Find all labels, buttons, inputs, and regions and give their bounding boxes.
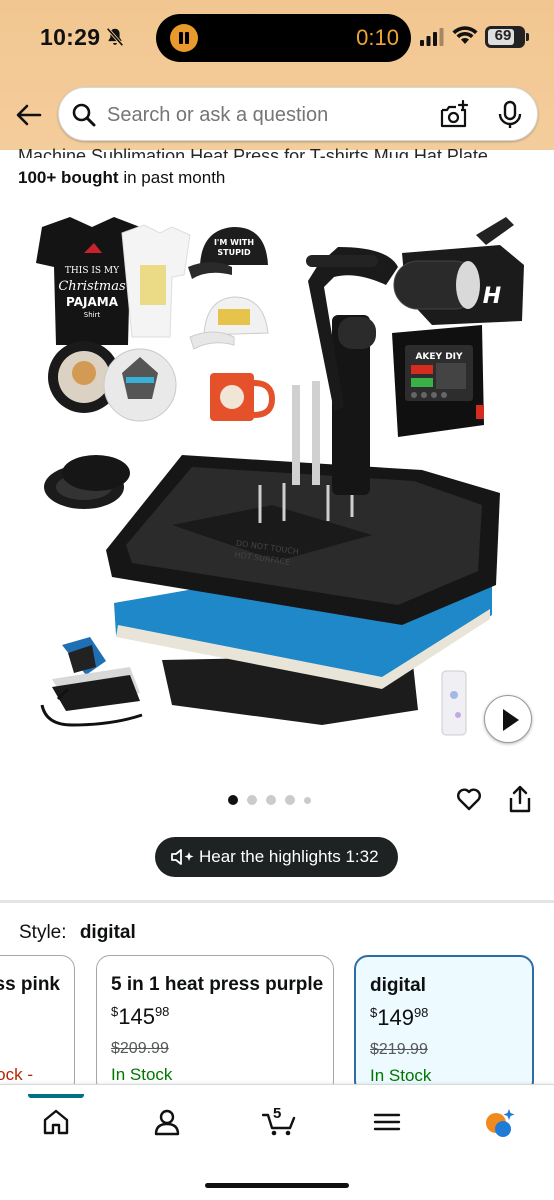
island-timer: 0:10	[356, 25, 399, 50]
style-option-stock: In Stock	[111, 1065, 173, 1084]
nav-home[interactable]	[26, 1094, 86, 1149]
mug-image	[210, 373, 276, 421]
highlights-label: Hear the highlights 1:32	[199, 847, 379, 866]
carousel-dot[interactable]	[285, 795, 295, 805]
style-option-stock: In Stock	[370, 1066, 432, 1085]
account-icon	[154, 1109, 180, 1136]
bought-suffix: in past month	[118, 168, 226, 187]
tshirt-print-text: THIS IS MY	[65, 266, 120, 276]
dynamic-island[interactable]: 0:10	[156, 14, 411, 62]
speaker-sparkle-icon	[171, 849, 194, 865]
active-tab-indicator	[28, 1094, 84, 1098]
style-selector-heading: Style: digital	[19, 922, 136, 944]
heart-icon[interactable]	[455, 785, 483, 813]
nav-cart[interactable]: 5	[247, 1095, 307, 1149]
carousel-dot[interactable]	[228, 795, 238, 805]
product-title-partial[interactable]: Machine Sublimation Heat Press for T-shi…	[18, 140, 538, 158]
style-option-name: 5 in 1 heat press purple	[111, 974, 324, 995]
bell-muted-icon	[106, 27, 124, 47]
mic-icon[interactable]	[497, 100, 523, 130]
plates-image	[48, 341, 177, 422]
brand-label-text: AKEY DIY	[415, 352, 463, 362]
style-option-card[interactable]: 5 in 1 heat press purple $14598 $209.99 …	[96, 955, 334, 1095]
status-time: 10:29	[40, 24, 101, 50]
style-option-stock: ock -	[0, 1065, 33, 1084]
ai-assistant-icon	[486, 1109, 515, 1137]
signal-icon	[420, 28, 444, 46]
hear-highlights-button[interactable]: Hear the highlights 1:32	[155, 837, 398, 877]
play-video-button[interactable]	[484, 695, 532, 743]
style-option-price: $14998	[370, 1005, 429, 1030]
search-bar[interactable]	[58, 87, 538, 141]
svg-text:H: H	[483, 284, 501, 309]
battery-nub	[526, 33, 529, 41]
battery-percent: 69	[494, 27, 512, 44]
svg-text:Christmas: Christmas	[58, 279, 126, 294]
section-divider	[0, 900, 554, 903]
style-selected-value: digital	[79, 922, 136, 943]
svg-text:I'M WITH: I'M WITH	[214, 238, 254, 247]
style-option-name: digital	[370, 975, 426, 996]
carousel-dot[interactable]	[247, 795, 257, 805]
silicone-rings-image	[44, 455, 130, 509]
home-indicator	[205, 1183, 349, 1188]
product-page: 10:29 0:10 69 Search or ask a question M…	[0, 0, 554, 1200]
hat-press-attachment-image	[40, 637, 143, 727]
battery-icon: 69	[485, 26, 529, 48]
product-image[interactable]: THIS IS MY Christmas PAJAMA Shirt I'M WI…	[22, 205, 534, 750]
tumbler-image	[441, 670, 467, 736]
style-option-name: ss pink	[0, 974, 60, 995]
carousel-dot[interactable]	[304, 796, 311, 804]
style-option-price: $14598	[111, 1004, 170, 1029]
pause-indicator-icon	[170, 24, 198, 52]
cap-black-image: I'M WITH STUPID	[188, 227, 268, 279]
cart-icon	[262, 1113, 296, 1136]
style-label: Style:	[19, 922, 67, 943]
bought-count: 100+ bought	[18, 168, 119, 187]
style-option-card-selected[interactable]: digital $14998 $219.99 In Stock	[354, 955, 534, 1095]
status-bar: 10:29 0:10 69	[0, 0, 554, 78]
svg-text:PAJAMA: PAJAMA	[66, 295, 119, 309]
carousel-dot[interactable]	[266, 795, 276, 805]
image-carousel-dots[interactable]	[228, 794, 311, 806]
search-input[interactable]	[107, 102, 427, 128]
back-arrow-icon[interactable]	[14, 100, 44, 130]
svg-text:Shirt: Shirt	[84, 311, 101, 319]
bought-in-past-month: 100+ bought in past month	[18, 168, 225, 188]
search-icon	[72, 103, 96, 127]
nav-menu[interactable]	[357, 1095, 417, 1149]
share-icon[interactable]	[507, 784, 533, 814]
svg-text:STUPID: STUPID	[217, 248, 251, 257]
camera-icon[interactable]	[439, 100, 469, 130]
nav-ai-assistant[interactable]	[467, 1095, 527, 1149]
style-option-list-price: $209.99	[111, 1040, 169, 1057]
nav-account[interactable]	[137, 1095, 197, 1149]
style-option-card[interactable]: ss pink ock -	[0, 955, 75, 1095]
tshirt-white-image	[121, 224, 191, 338]
style-option-list-price: $219.99	[370, 1041, 428, 1058]
header: 10:29 0:10 69 Search or ask a question	[0, 0, 554, 150]
home-icon	[43, 1109, 69, 1135]
mug-press-attachment-image: H	[393, 217, 524, 325]
menu-icon	[373, 1113, 401, 1131]
wifi-icon	[452, 26, 478, 44]
cap-white-image	[189, 296, 269, 350]
